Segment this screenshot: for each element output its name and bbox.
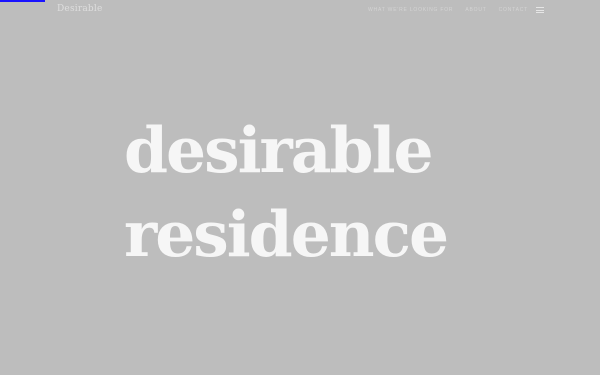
menu-icon-bar [536,12,544,13]
top-navigation: WHAT WE'RE LOOKING FOR ABOUT CONTACT [368,7,528,13]
menu-icon-bar [536,7,544,8]
hero-line-1: desirable [124,113,434,187]
site-logo[interactable]: Desirable [57,4,102,14]
site-header: Desirable WHAT WE'RE LOOKING FOR ABOUT C… [0,0,600,20]
nav-link-looking-for[interactable]: WHAT WE'RE LOOKING FOR [368,7,453,13]
hero-heading: desirable residence [124,108,449,276]
nav-link-about[interactable]: ABOUT [465,7,486,13]
hamburger-menu-icon[interactable] [536,7,544,13]
nav-link-contact[interactable]: CONTACT [499,7,528,13]
menu-icon-bar [536,9,544,11]
hero-line-2: residence [124,197,449,271]
